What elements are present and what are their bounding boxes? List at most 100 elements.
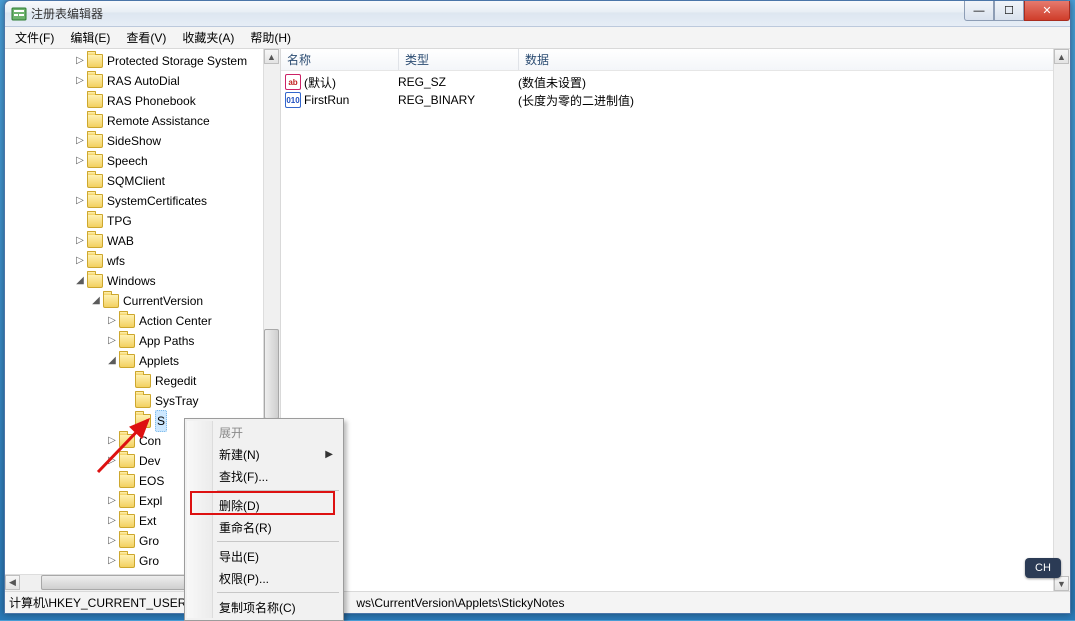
tree-label[interactable]: Action Center	[139, 311, 212, 331]
expand-icon[interactable]: ▷	[105, 551, 119, 571]
scroll-left-button[interactable]: ◀	[5, 575, 20, 590]
tree-node[interactable]: ▷ Speech	[9, 151, 280, 171]
expand-icon[interactable]: ▷	[105, 511, 119, 531]
value-row[interactable]: 010FirstRunREG_BINARY(长度为零的二进制值)	[281, 91, 1070, 109]
cm-export[interactable]: 导出(E)	[187, 545, 341, 567]
scroll-up-button[interactable]: ▲	[1054, 49, 1069, 64]
expand-icon[interactable]: ◢	[73, 271, 87, 291]
expand-icon[interactable]: ▷	[73, 191, 87, 211]
minimize-button[interactable]: —	[964, 1, 994, 21]
context-menu: 展开 新建(N)▶ 查找(F)... 删除(D) 重命名(R) 导出(E) 权限…	[184, 418, 344, 621]
expand-icon[interactable]: ▷	[73, 151, 87, 171]
value-row[interactable]: ab(默认)REG_SZ(数值未设置)	[281, 73, 1070, 91]
tree-label[interactable]: TPG	[107, 211, 132, 231]
scroll-down-button[interactable]: ▼	[1054, 576, 1069, 591]
tree-node[interactable]: ▷ Protected Storage System	[9, 51, 280, 71]
menu-file[interactable]: 文件(F)	[7, 27, 62, 48]
expand-icon[interactable]: ◢	[105, 351, 119, 371]
tree-label[interactable]: CurrentVersion	[123, 291, 203, 311]
tree-node[interactable]: ▷Remote Assistance	[9, 111, 280, 131]
tree-node[interactable]: ▷ App Paths	[9, 331, 280, 351]
tree-node[interactable]: ▷SQMClient	[9, 171, 280, 191]
cm-copy-key-name[interactable]: 复制项名称(C)	[187, 596, 341, 618]
value-name: (默认)	[304, 74, 398, 91]
cm-delete[interactable]: 删除(D)	[187, 494, 341, 516]
expand-icon[interactable]: ▷	[105, 331, 119, 351]
col-data[interactable]: 数据	[519, 49, 1070, 70]
cm-expand[interactable]: 展开	[187, 421, 341, 443]
menu-help[interactable]: 帮助(H)	[242, 27, 299, 48]
expand-icon[interactable]: ▷	[105, 531, 119, 551]
expand-icon[interactable]: ▷	[105, 451, 119, 471]
values-list[interactable]: ab(默认)REG_SZ(数值未设置)010FirstRunREG_BINARY…	[281, 71, 1070, 591]
expand-icon[interactable]: ▷	[105, 491, 119, 511]
ime-indicator[interactable]: CH	[1025, 558, 1061, 578]
cm-find[interactable]: 查找(F)...	[187, 465, 341, 487]
cm-rename[interactable]: 重命名(R)	[187, 516, 341, 538]
tree-label[interactable]: Con	[139, 431, 161, 451]
tree-node[interactable]: ▷Regedit	[9, 371, 280, 391]
folder-icon	[87, 214, 103, 228]
tree-label[interactable]: Protected Storage System	[107, 51, 247, 71]
tree-label[interactable]: Speech	[107, 151, 148, 171]
submenu-arrow-icon: ▶	[325, 449, 333, 460]
scroll-thumb[interactable]	[264, 329, 279, 419]
tree-node[interactable]: ◢ CurrentVersion	[9, 291, 280, 311]
menu-view[interactable]: 查看(V)	[118, 27, 174, 48]
tree-label[interactable]: Windows	[107, 271, 156, 291]
tree-label[interactable]: EOS	[139, 471, 164, 491]
expand-icon[interactable]: ▷	[105, 311, 119, 331]
expand-icon[interactable]: ▷	[73, 51, 87, 71]
tree-node[interactable]: ◢ Windows	[9, 271, 280, 291]
expand-icon[interactable]: ▷	[73, 251, 87, 271]
tree-node[interactable]: ▷ Action Center	[9, 311, 280, 331]
tree-node[interactable]: ▷RAS Phonebook	[9, 91, 280, 111]
tree-label[interactable]: SysTray	[155, 391, 199, 411]
tree-node[interactable]: ▷SysTray	[9, 391, 280, 411]
tree-label[interactable]: SideShow	[107, 131, 161, 151]
folder-icon	[119, 434, 135, 448]
menu-edit[interactable]: 编辑(E)	[62, 27, 118, 48]
tree-label[interactable]: Ext	[139, 511, 156, 531]
tree-node[interactable]: ▷ wfs	[9, 251, 280, 271]
tree-node[interactable]: ▷ SideShow	[9, 131, 280, 151]
tree-label[interactable]: Applets	[139, 351, 179, 371]
close-button[interactable]: ✕	[1024, 1, 1070, 21]
col-name[interactable]: 名称	[281, 49, 399, 70]
tree-label[interactable]: App Paths	[139, 331, 194, 351]
cm-permissions[interactable]: 权限(P)...	[187, 567, 341, 589]
col-type[interactable]: 类型	[399, 49, 519, 70]
tree-label[interactable]: SystemCertificates	[107, 191, 207, 211]
expand-icon[interactable]: ▷	[105, 431, 119, 451]
tree-label[interactable]: Regedit	[155, 371, 196, 391]
expand-icon[interactable]: ◢	[89, 291, 103, 311]
tree-node[interactable]: ▷ RAS AutoDial	[9, 71, 280, 91]
expand-icon[interactable]: ▷	[73, 71, 87, 91]
cm-new[interactable]: 新建(N)▶	[187, 443, 341, 465]
cm-separator	[217, 541, 339, 542]
tree-label[interactable]: WAB	[107, 231, 134, 251]
tree-label[interactable]: SQMClient	[107, 171, 165, 191]
scroll-thumb[interactable]	[41, 575, 201, 590]
expand-icon[interactable]: ▷	[73, 131, 87, 151]
tree-label[interactable]: RAS AutoDial	[107, 71, 180, 91]
tree-node[interactable]: ▷ WAB	[9, 231, 280, 251]
tree-node[interactable]: ▷ SystemCertificates	[9, 191, 280, 211]
tree-label[interactable]: wfs	[107, 251, 125, 271]
tree-label[interactable]: Remote Assistance	[107, 111, 210, 131]
tree-node[interactable]: ◢ Applets	[9, 351, 280, 371]
tree-label[interactable]: Gro	[139, 531, 159, 551]
titlebar[interactable]: 注册表编辑器 — ☐ ✕	[5, 1, 1070, 27]
tree-label[interactable]: Expl	[139, 491, 162, 511]
tree-label[interactable]: Dev	[139, 451, 160, 471]
tree-node[interactable]: ▷TPG	[9, 211, 280, 231]
expand-icon[interactable]: ▷	[73, 231, 87, 251]
maximize-button[interactable]: ☐	[994, 1, 1024, 21]
tree-label[interactable]: S	[155, 410, 167, 432]
scroll-up-button[interactable]: ▲	[264, 49, 279, 64]
tree-label[interactable]: Gro	[139, 551, 159, 571]
values-scrollbar-vertical[interactable]: ▲ ▼	[1053, 49, 1070, 591]
list-header[interactable]: 名称 类型 数据	[281, 49, 1070, 71]
tree-label[interactable]: RAS Phonebook	[107, 91, 196, 111]
menu-favorites[interactable]: 收藏夹(A)	[174, 27, 242, 48]
